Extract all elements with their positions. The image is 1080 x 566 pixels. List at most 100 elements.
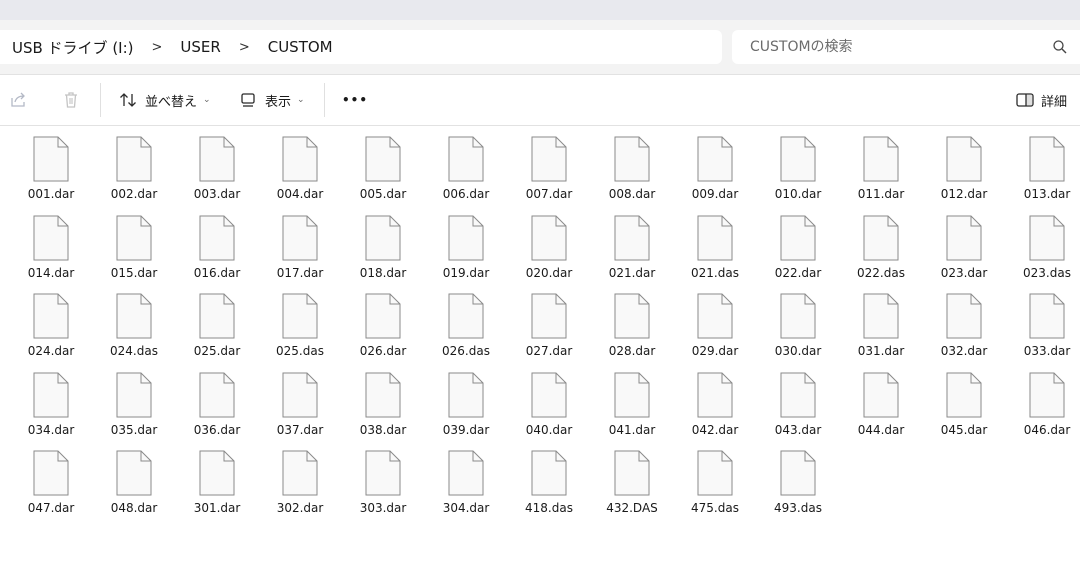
file-icon (282, 136, 318, 182)
file-name: 041.dar (608, 422, 656, 437)
file-item[interactable]: 015.dar (94, 205, 174, 281)
file-item[interactable]: 010.dar (758, 126, 838, 202)
file-item[interactable]: 019.dar (426, 205, 506, 281)
file-icon (531, 136, 567, 182)
breadcrumb-item-custom[interactable]: CUSTOM (268, 38, 333, 56)
more-options-button[interactable]: ••• (342, 87, 368, 113)
file-icon (697, 136, 733, 182)
file-item[interactable]: 418.das (509, 440, 589, 516)
file-item[interactable]: 304.dar (426, 440, 506, 516)
file-item[interactable]: 004.dar (260, 126, 340, 202)
file-item[interactable]: 020.dar (509, 205, 589, 281)
file-name: 045.dar (940, 422, 988, 437)
file-item[interactable]: 036.dar (177, 362, 257, 438)
file-item[interactable]: 037.dar (260, 362, 340, 438)
file-item[interactable]: 011.dar (841, 126, 921, 202)
file-item[interactable]: 034.dar (11, 362, 91, 438)
file-item[interactable]: 016.dar (177, 205, 257, 281)
sort-button[interactable]: 並べ替え ⌄ (118, 87, 211, 113)
breadcrumb-item-user[interactable]: USER (180, 38, 220, 56)
file-icon (199, 450, 235, 496)
file-name: 027.dar (525, 344, 573, 358)
file-item[interactable]: 303.dar (343, 440, 423, 516)
file-item[interactable]: 039.dar (426, 362, 506, 438)
file-icon (531, 450, 567, 496)
file-item[interactable]: 024.das (94, 283, 174, 359)
file-icon (780, 215, 816, 260)
file-item[interactable]: 048.dar (94, 440, 174, 516)
file-item[interactable]: 030.dar (758, 283, 838, 359)
file-item[interactable]: 006.dar (426, 126, 506, 202)
file-item[interactable]: 041.dar (592, 362, 672, 438)
file-item[interactable]: 035.dar (94, 362, 174, 438)
file-name: 017.dar (276, 265, 324, 280)
file-item[interactable]: 002.dar (94, 126, 174, 202)
file-name: 036.dar (193, 422, 241, 437)
file-name: 044.dar (857, 422, 905, 437)
file-name: 048.dar (110, 501, 158, 515)
file-item[interactable]: 027.dar (509, 283, 589, 359)
breadcrumb[interactable]: USB ドライブ (I:) > USER > CUSTOM (0, 30, 722, 64)
file-item[interactable]: 026.dar (343, 283, 423, 359)
file-item[interactable]: 022.dar (758, 205, 838, 281)
file-name: 028.dar (608, 344, 656, 358)
file-item[interactable]: 044.dar (841, 362, 921, 438)
file-item[interactable]: 493.das (758, 440, 838, 516)
file-item[interactable]: 302.dar (260, 440, 340, 516)
file-item[interactable]: 032.dar (924, 283, 1004, 359)
file-item[interactable]: 007.dar (509, 126, 589, 202)
file-item[interactable]: 008.dar (592, 126, 672, 202)
file-item[interactable]: 042.dar (675, 362, 755, 438)
file-item[interactable]: 047.dar (11, 440, 91, 516)
search-box[interactable] (732, 30, 1080, 64)
file-item[interactable]: 031.dar (841, 283, 921, 359)
file-item[interactable]: 029.dar (675, 283, 755, 359)
file-item[interactable]: 475.das (675, 440, 755, 516)
file-item[interactable]: 025.dar (177, 283, 257, 359)
file-item[interactable]: 023.dar (924, 205, 1004, 281)
file-item[interactable]: 018.dar (343, 205, 423, 281)
file-item[interactable]: 014.dar (11, 205, 91, 281)
file-icon (199, 136, 235, 182)
file-icon (33, 450, 69, 496)
file-item[interactable]: 003.dar (177, 126, 257, 202)
file-item[interactable]: 045.dar (924, 362, 1004, 438)
share-icon[interactable] (8, 87, 28, 113)
details-pane-button[interactable]: 詳細 (1015, 87, 1067, 113)
search-input[interactable] (748, 38, 1042, 56)
file-item[interactable]: 005.dar (343, 126, 423, 202)
file-item[interactable]: 024.dar (11, 283, 91, 359)
file-item[interactable]: 022.das (841, 205, 921, 281)
file-item[interactable]: 025.das (260, 283, 340, 359)
file-name: 493.das (774, 501, 822, 515)
details-pane-icon (1016, 93, 1034, 107)
file-item[interactable]: 040.dar (509, 362, 589, 438)
breadcrumb-item-drive[interactable]: USB ドライブ (I:) (0, 37, 134, 58)
file-name: 304.dar (442, 501, 490, 515)
file-item[interactable]: 021.das (675, 205, 755, 281)
trash-icon[interactable] (61, 87, 81, 113)
view-button[interactable]: 表示 ⌄ (238, 87, 305, 113)
file-name: 301.dar (193, 501, 241, 515)
file-item[interactable]: 432.DAS (592, 440, 672, 516)
file-name: 032.dar (940, 344, 988, 358)
file-item[interactable]: 033.dar (1007, 283, 1080, 359)
file-item[interactable]: 023.das (1007, 205, 1080, 281)
file-icon (365, 215, 401, 260)
search-icon[interactable] (1052, 39, 1068, 55)
file-name: 042.dar (691, 422, 739, 437)
file-item[interactable]: 012.dar (924, 126, 1004, 202)
file-item[interactable]: 009.dar (675, 126, 755, 202)
file-item[interactable]: 038.dar (343, 362, 423, 438)
file-item[interactable]: 017.dar (260, 205, 340, 281)
file-item[interactable]: 028.dar (592, 283, 672, 359)
file-icon (448, 293, 484, 339)
file-item[interactable]: 301.dar (177, 440, 257, 516)
file-item[interactable]: 021.dar (592, 205, 672, 281)
file-item[interactable]: 046.dar (1007, 362, 1080, 438)
file-item[interactable]: 013.dar (1007, 126, 1080, 202)
file-item[interactable]: 001.dar (11, 126, 91, 202)
file-item[interactable]: 043.dar (758, 362, 838, 438)
chevron-down-icon: ⌄ (297, 95, 305, 105)
file-item[interactable]: 026.das (426, 283, 506, 359)
